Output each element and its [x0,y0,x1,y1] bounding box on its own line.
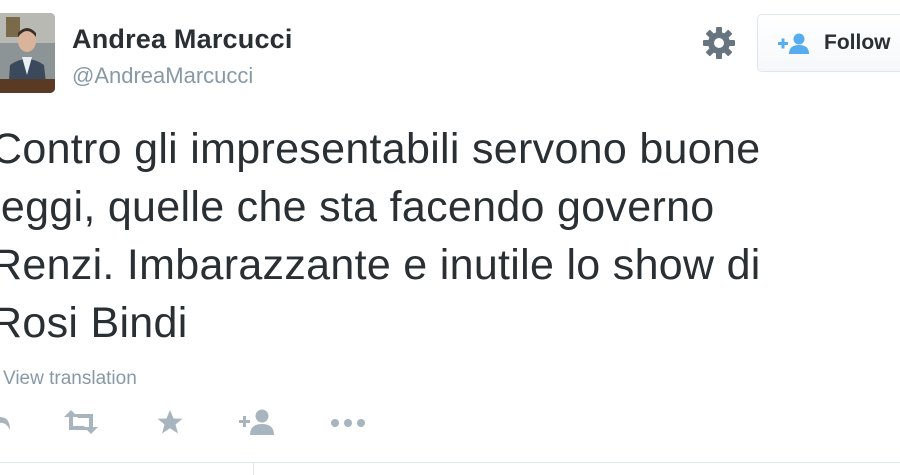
view-translation-link[interactable]: View translation [3,368,137,390]
user-handle[interactable]: @AndreaMarcucci [72,63,253,89]
tweet-actions [0,404,900,444]
follow-button[interactable]: Follow [757,14,900,72]
add-user-icon [778,32,812,56]
tweet-text: Contro gli impresentabili servono buone … [0,125,761,347]
divider [253,463,254,475]
more-icon[interactable] [330,416,366,434]
favorite-icon[interactable] [156,408,184,441]
retweet-icon[interactable] [62,408,100,441]
avatar[interactable] [0,13,55,93]
gear-icon[interactable] [701,25,737,61]
follow-icon[interactable] [239,408,275,441]
display-name[interactable]: Andrea Marcucci [72,24,293,55]
divider [0,462,900,463]
reply-icon[interactable] [0,408,10,441]
follow-label: Follow [824,31,891,54]
